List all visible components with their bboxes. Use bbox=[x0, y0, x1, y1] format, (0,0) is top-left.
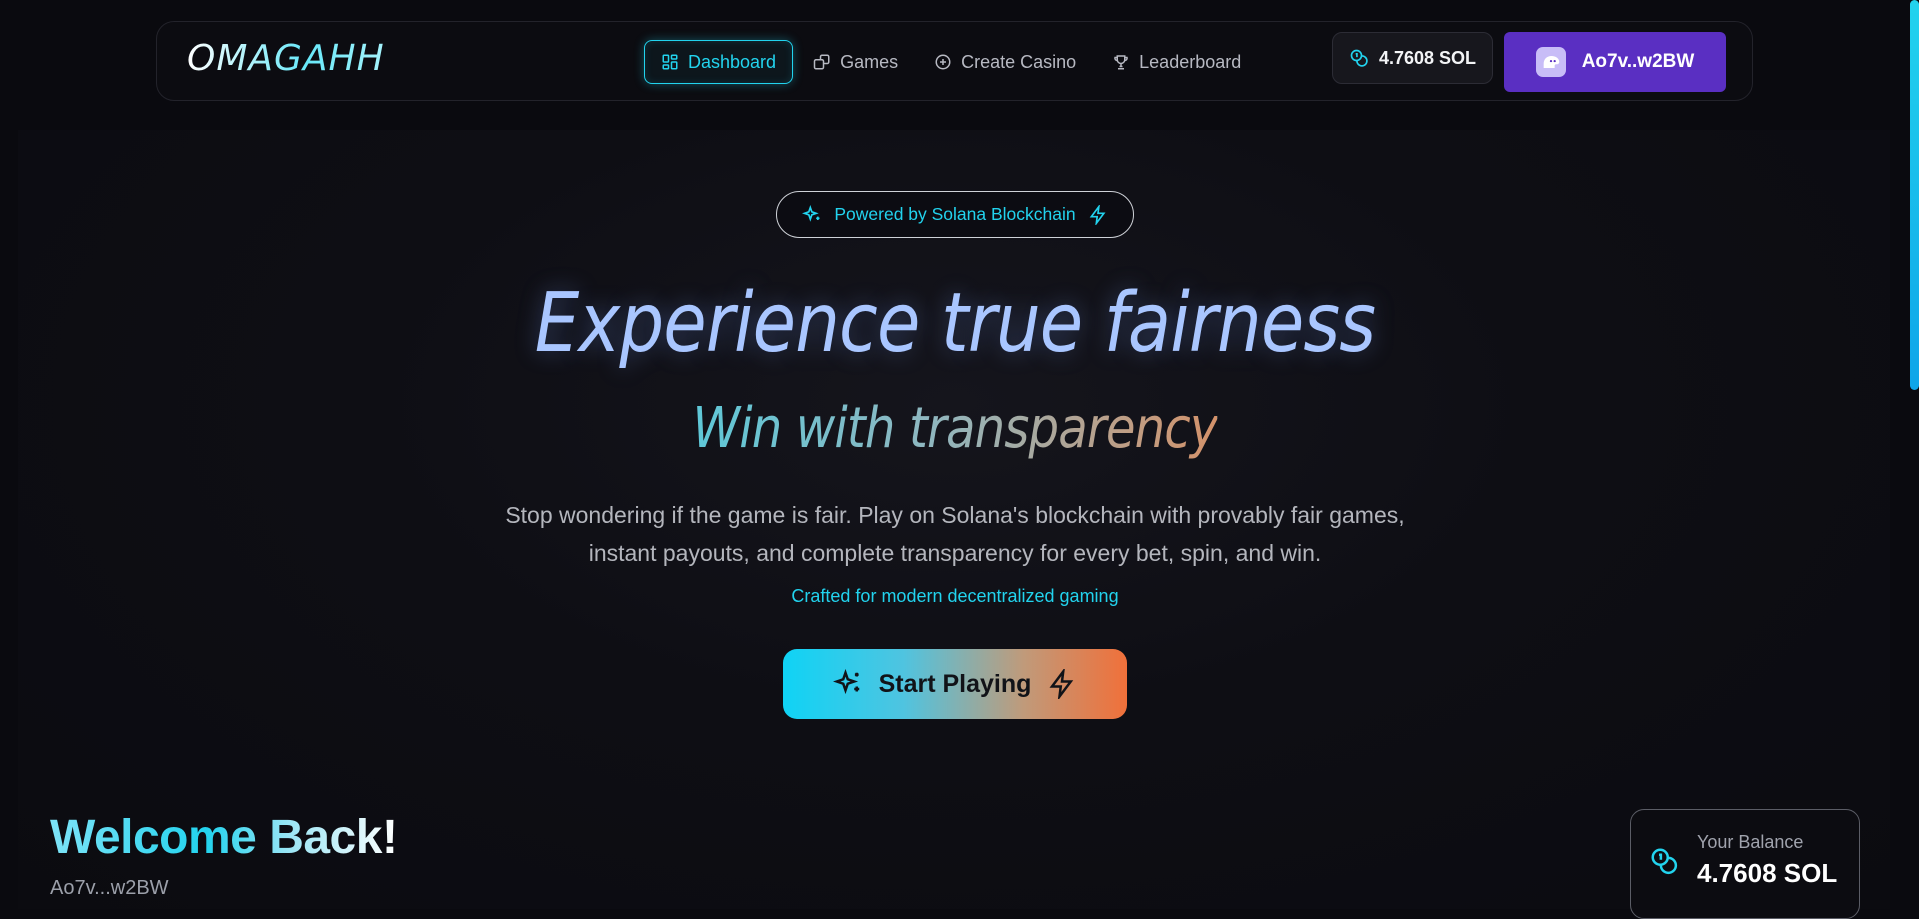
nav-item-dashboard[interactable]: Dashboard bbox=[644, 40, 794, 84]
welcome-address: Ao7v...w2BW bbox=[50, 877, 169, 899]
hero-subheadline: Win with transparency bbox=[134, 396, 1777, 461]
scrollbar-thumb[interactable] bbox=[1910, 0, 1919, 390]
coins-icon bbox=[1651, 848, 1678, 875]
hero-tagline: Crafted for modern decentralized gaming bbox=[791, 586, 1119, 606]
hero-subheadline-text: Win with transparency bbox=[692, 396, 1218, 461]
powered-by-badge: Powered by Solana Blockchain bbox=[776, 191, 1134, 238]
balance-card: Your Balance 4.7608 SOL bbox=[1630, 809, 1860, 919]
dice-icon bbox=[813, 54, 830, 70]
lightning-icon bbox=[1049, 669, 1074, 699]
welcome-title: Welcome Back! bbox=[50, 811, 398, 864]
balance-value: 4.7608 SOL bbox=[1697, 858, 1838, 888]
top-navbar: OMAGAHH Dashboard Games Create Casino Le… bbox=[156, 21, 1753, 101]
hero-description: Stop wondering if the game is fair. Play… bbox=[455, 496, 1455, 572]
trophy-icon bbox=[1114, 55, 1129, 70]
badge-text: Powered by Solana Blockchain bbox=[834, 204, 1076, 224]
sol-balance-value: 4.7608 SOL bbox=[1378, 47, 1477, 68]
hero-headline: Experience true fairness bbox=[534, 276, 1376, 371]
wallet-button[interactable]: Ao7v..w2BW bbox=[1504, 32, 1726, 92]
phantom-wallet-icon bbox=[1535, 47, 1566, 77]
coins-icon bbox=[1350, 49, 1368, 67]
nav-item-games[interactable]: Games bbox=[797, 40, 914, 84]
hero-description-line: instant payouts, and complete transparen… bbox=[588, 540, 1322, 566]
nav-item-label: Dashboard bbox=[688, 51, 777, 72]
start-playing-label: Start Playing bbox=[878, 669, 1032, 698]
nav-item-label: Games bbox=[840, 51, 899, 72]
hero-description-line: Stop wondering if the game is fair. Play… bbox=[505, 502, 1405, 528]
sparkles-icon bbox=[832, 669, 859, 695]
nav-item-label: Create Casino bbox=[961, 51, 1077, 72]
sparkles-icon bbox=[802, 204, 820, 222]
nav-item-leaderboard[interactable]: Leaderboard bbox=[1096, 40, 1257, 84]
nav-item-create-casino[interactable]: Create Casino bbox=[918, 40, 1092, 84]
plus-circle-icon bbox=[935, 54, 951, 70]
dashboard-icon bbox=[662, 54, 678, 70]
brand-logo[interactable]: OMAGAHH bbox=[187, 38, 385, 79]
balance-label: Your Balance bbox=[1697, 832, 1804, 852]
wallet-address: Ao7v..w2BW bbox=[1581, 51, 1695, 72]
nav-item-label: Leaderboard bbox=[1139, 51, 1242, 72]
lightning-icon bbox=[1089, 204, 1106, 225]
scrollbar-track[interactable] bbox=[1910, 0, 1919, 909]
sol-balance-pill[interactable]: 4.7608 SOL bbox=[1332, 32, 1493, 84]
nav-links: Dashboard Games Create Casino Leaderboar… bbox=[644, 39, 1261, 85]
start-playing-button[interactable]: Start Playing bbox=[783, 649, 1127, 719]
